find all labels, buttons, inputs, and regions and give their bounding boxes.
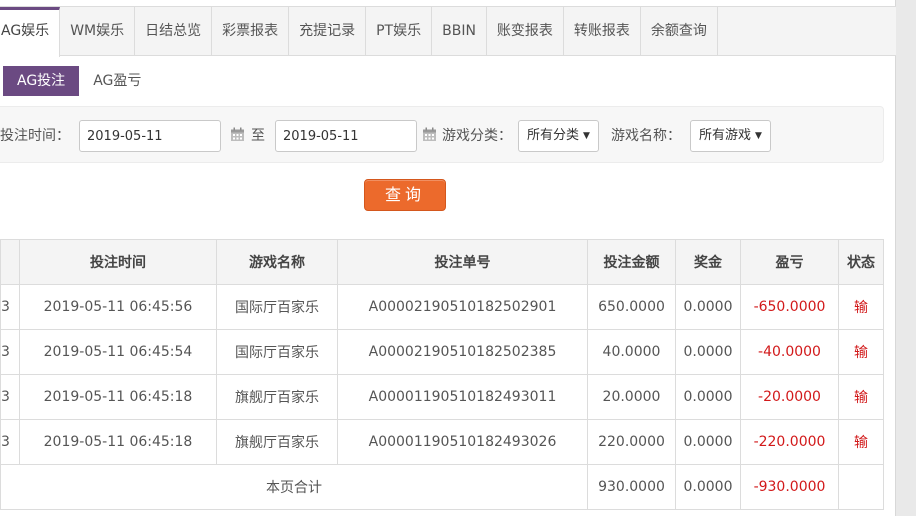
profit-cell: -220.0000 <box>740 419 839 465</box>
status-cell: 输 <box>838 329 884 375</box>
bet-amount-cell: 650.0000 <box>587 284 676 330</box>
bet-id-cell: A00001190510182493026 <box>337 419 588 465</box>
game-name-cell: 国际厅百家乐 <box>216 284 338 330</box>
game-category-label: 游戏分类： <box>442 128 512 144</box>
bet-records-table: 投注时间 游戏名称 投注单号 投注金额 奖金 盈亏 状态 3 2019-05-1… <box>0 239 884 510</box>
bet-time-cell: 2019-05-11 06:45:18 <box>19 374 217 420</box>
bet-time-cell: 2019-05-11 06:45:18 <box>19 419 217 465</box>
profit-cell: -40.0000 <box>740 329 839 375</box>
header-bet-time: 投注时间 <box>19 239 217 285</box>
game-name-label: 游戏名称： <box>611 128 681 144</box>
game-category-select[interactable]: 所有分类 ▼ <box>518 120 599 152</box>
game-name-cell: 旗舰厅百家乐 <box>216 374 338 420</box>
bet-id-cell: A00002190510182502385 <box>337 329 588 375</box>
game-name-value: 所有游戏 <box>699 128 752 143</box>
table-row: 3 2019-05-11 06:45:56 国际厅百家乐 A0000219051… <box>0 284 884 330</box>
profit-cell: -650.0000 <box>740 284 839 330</box>
calendar-icon[interactable] <box>422 127 437 142</box>
tab-daily-summary[interactable]: 日结总览 <box>135 7 213 56</box>
tab-transfer-report[interactable]: 转账报表 <box>564 7 641 56</box>
total-bonus: 0.0000 <box>675 464 741 510</box>
bet-id-cell: A00001190510182493011 <box>337 374 588 420</box>
total-label: 本页合计 <box>0 464 588 510</box>
game-category-value: 所有分类 <box>527 128 580 143</box>
tab-lottery-report[interactable]: 彩票报表 <box>212 7 290 56</box>
game-name-cell: 国际厅百家乐 <box>216 329 338 375</box>
tab-ag[interactable]: AG娱乐 <box>0 7 61 57</box>
game-name-select[interactable]: 所有游戏 ▼ <box>690 120 771 152</box>
total-profit: -930.0000 <box>740 464 839 510</box>
calendar-icon[interactable] <box>230 127 245 142</box>
table-header-row: 投注时间 游戏名称 投注单号 投注金额 奖金 盈亏 状态 <box>0 239 884 285</box>
bonus-cell: 0.0000 <box>675 419 741 465</box>
bonus-cell: 0.0000 <box>675 329 741 375</box>
bet-amount-cell: 40.0000 <box>587 329 676 375</box>
query-button[interactable]: 查询 <box>364 179 446 211</box>
profit-cell: -20.0000 <box>740 374 839 420</box>
header-bet-id: 投注单号 <box>337 239 588 285</box>
header-status: 状态 <box>838 239 884 285</box>
header-bonus: 奖金 <box>675 239 741 285</box>
status-cell: 输 <box>838 374 884 420</box>
bonus-cell: 0.0000 <box>675 374 741 420</box>
total-status-empty <box>838 464 884 510</box>
total-bet-amount: 930.0000 <box>587 464 676 510</box>
row-cell-cut: 3 <box>0 329 20 375</box>
dropdown-arrow-icon: ▼ <box>583 131 590 141</box>
bet-time-cell: 2019-05-11 06:45:56 <box>19 284 217 330</box>
top-tab-bar: AG娱乐 WM娱乐 日结总览 彩票报表 充提记录 PT娱乐 BBIN 账变报表 … <box>0 6 896 57</box>
to-label: 至 <box>251 128 265 144</box>
sub-tab-bar: AG投注 AG盈亏 <box>3 66 155 96</box>
filter-bar: 投注时间： 至 游戏分类： 所有分类▼ 游戏名称： 所有游戏▼ <box>0 106 884 163</box>
table-row: 3 2019-05-11 06:45:54 国际厅百家乐 A0000219051… <box>0 329 884 375</box>
bet-amount-cell: 220.0000 <box>587 419 676 465</box>
row-cell-cut: 3 <box>0 284 20 330</box>
tab-balance-query[interactable]: 余额查询 <box>641 7 718 56</box>
tab-deposit-withdraw[interactable]: 充提记录 <box>289 7 367 56</box>
date-to-input[interactable] <box>275 120 417 152</box>
subtab-ag-profit[interactable]: AG盈亏 <box>79 66 155 96</box>
date-from-input[interactable] <box>79 120 221 152</box>
status-cell: 输 <box>838 284 884 330</box>
bet-time-cell: 2019-05-11 06:45:54 <box>19 329 217 375</box>
dropdown-arrow-icon: ▼ <box>755 131 762 141</box>
total-row: 本页合计 930.0000 0.0000 -930.0000 <box>0 464 884 510</box>
tab-account-change[interactable]: 账变报表 <box>487 7 564 56</box>
header-cell-cut <box>0 239 20 285</box>
bet-id-cell: A00002190510182502901 <box>337 284 588 330</box>
tab-bbin[interactable]: BBIN <box>432 7 487 56</box>
row-cell-cut: 3 <box>0 419 20 465</box>
tab-pt[interactable]: PT娱乐 <box>366 7 433 56</box>
bet-time-label: 投注时间： <box>0 128 70 144</box>
row-cell-cut: 3 <box>0 374 20 420</box>
header-profit: 盈亏 <box>740 239 839 285</box>
subtab-ag-bets[interactable]: AG投注 <box>3 66 80 96</box>
report-panel: AG娱乐 WM娱乐 日结总览 彩票报表 充提记录 PT娱乐 BBIN 账变报表 … <box>0 0 896 516</box>
bonus-cell: 0.0000 <box>675 284 741 330</box>
header-bet-amount: 投注金额 <box>587 239 676 285</box>
tab-wm[interactable]: WM娱乐 <box>60 7 136 56</box>
header-game-name: 游戏名称 <box>216 239 338 285</box>
game-name-cell: 旗舰厅百家乐 <box>216 419 338 465</box>
table-row: 3 2019-05-11 06:45:18 旗舰厅百家乐 A0000119051… <box>0 374 884 420</box>
table-row: 3 2019-05-11 06:45:18 旗舰厅百家乐 A0000119051… <box>0 419 884 465</box>
bet-amount-cell: 20.0000 <box>587 374 676 420</box>
status-cell: 输 <box>838 419 884 465</box>
